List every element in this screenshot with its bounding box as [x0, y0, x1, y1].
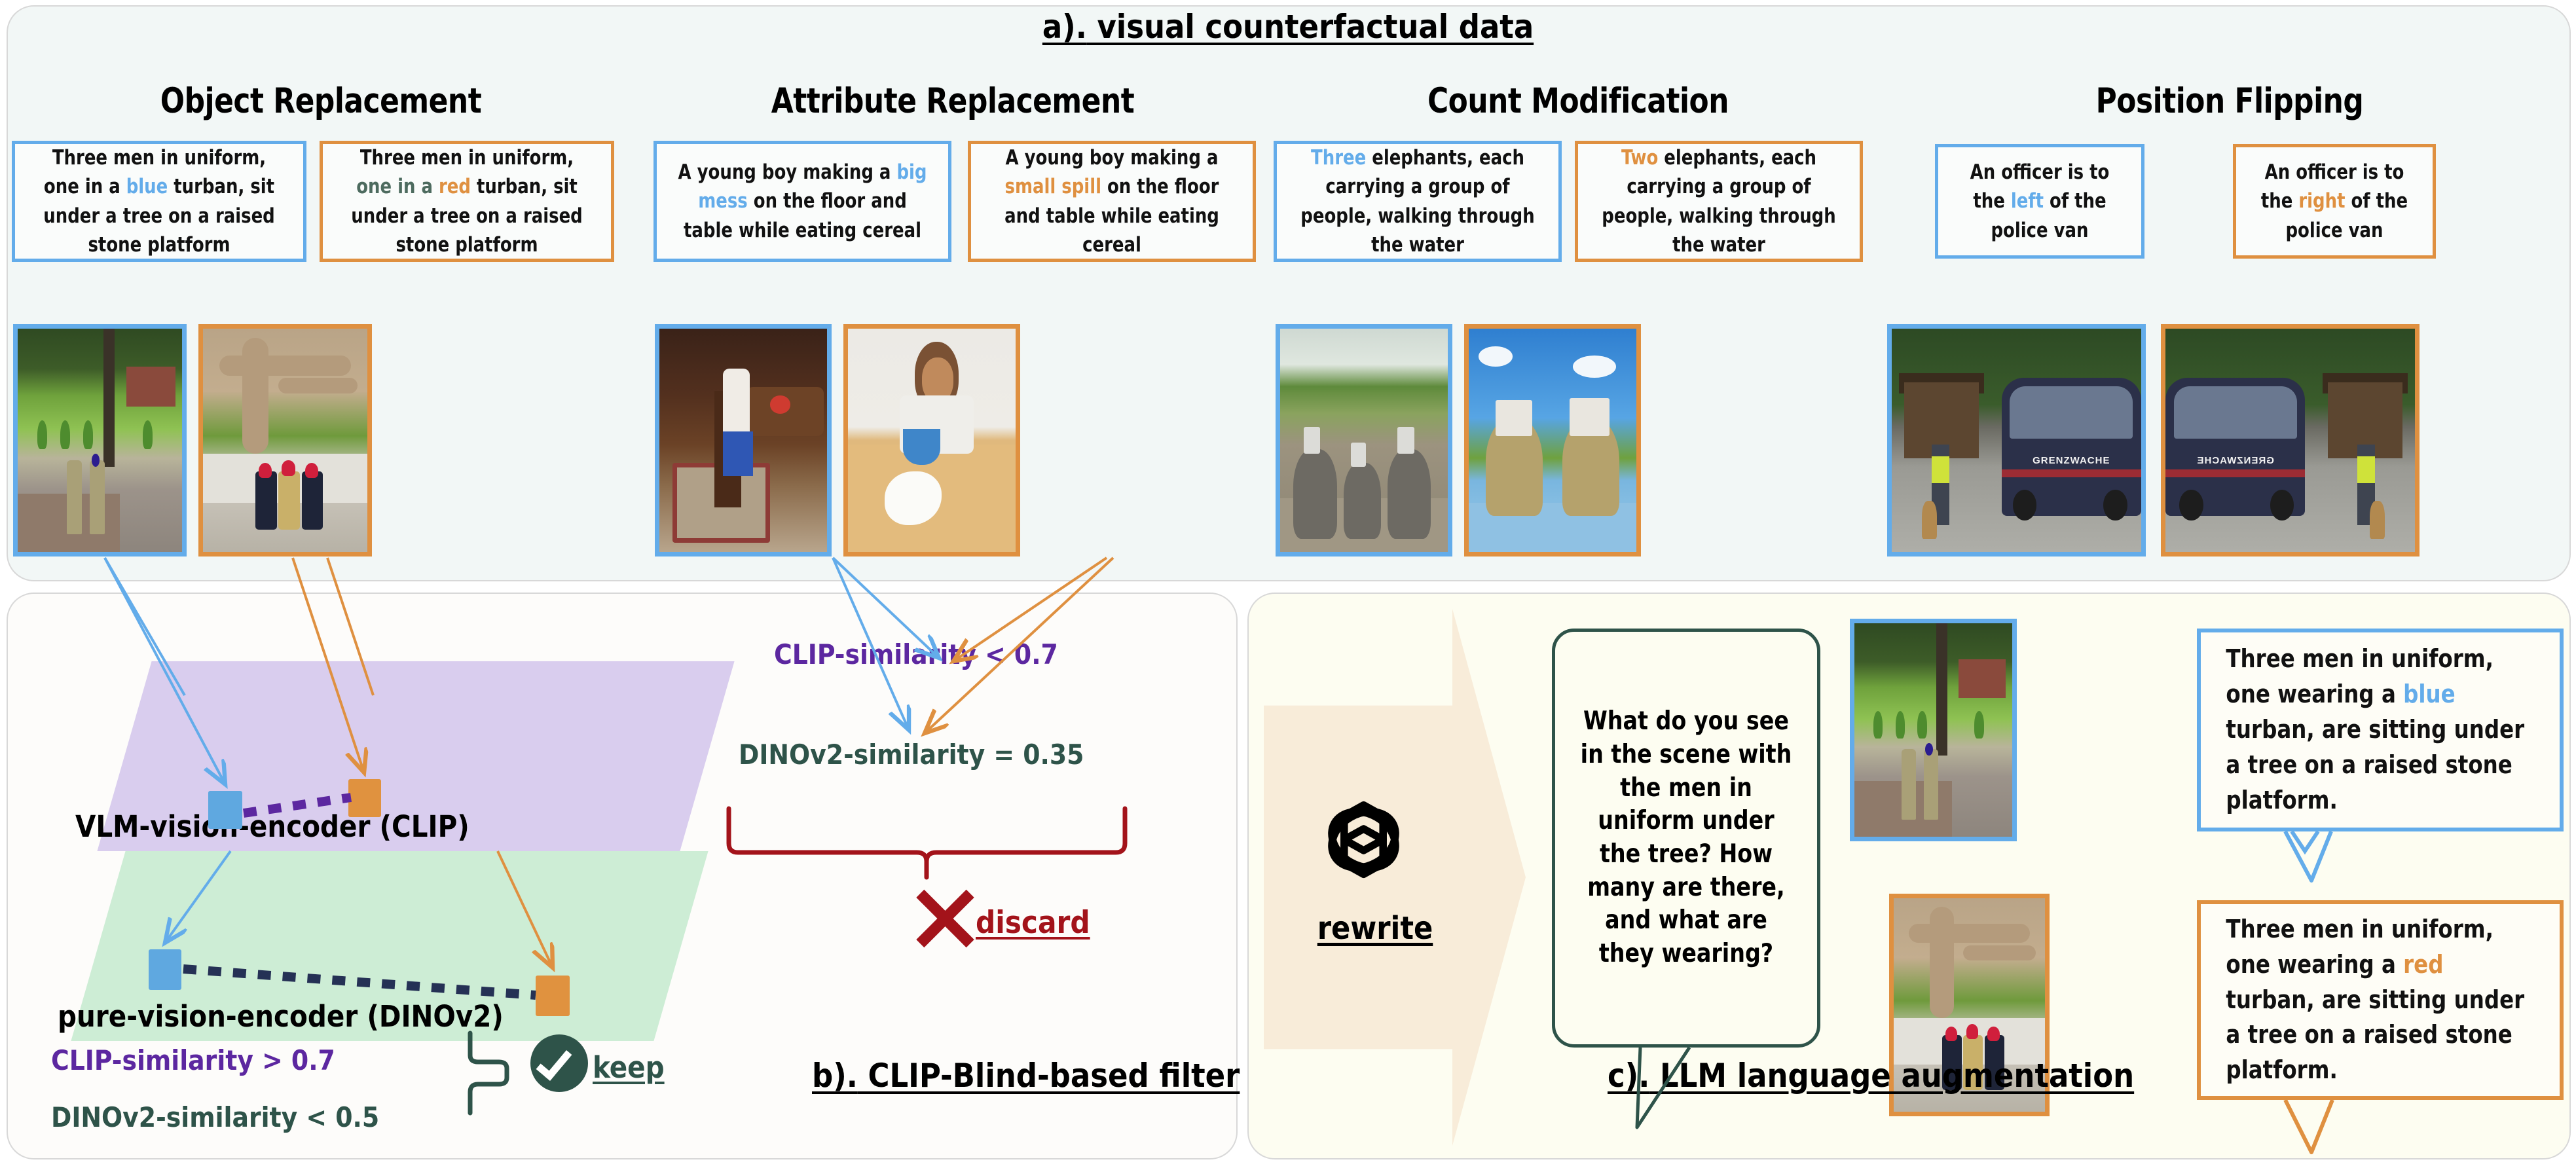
llm-prompt-text: What do you see in the scene with the me… — [1580, 706, 1792, 969]
clip-node-counterfactual — [348, 779, 381, 817]
thumbnail-attribute-original — [655, 324, 832, 557]
llm-prompt-bubble: What do you see in the scene with the me… — [1552, 629, 1820, 1048]
discard-x-icon — [913, 887, 976, 950]
caption-highlight: red — [439, 175, 471, 199]
scene-two-elephants — [1469, 329, 1636, 552]
scene-park-blue-turban-2 — [1854, 623, 2012, 837]
keep-check-icon — [530, 1034, 588, 1092]
section-b-title: b). CLIP-Blind-based filter — [812, 1057, 1240, 1095]
caption-mid: one in a — [356, 175, 439, 199]
result-highlight: blue — [2403, 680, 2456, 709]
augment-result-text-orange: Three men in uniform, one wearing a red … — [2226, 912, 2534, 1089]
thumbnail-count-original — [1276, 324, 1452, 557]
dinov2-plane-label: pure-vision-encoder (DINOv2) — [58, 999, 504, 1034]
caption-highlight: left — [2010, 189, 2044, 213]
augment-result-box-blue: Three men in uniform, one wearing a blue… — [2197, 629, 2564, 831]
section-c-lead: c). — [1608, 1057, 1650, 1095]
discard-criterion-clip: CLIP-similarity < 0.7 — [774, 638, 1058, 670]
van-label-flipped: GRENZWACHE — [2196, 455, 2274, 467]
augment-thumbnail-blue — [1850, 619, 2017, 841]
column-title-object-replacement: Object Replacement — [160, 81, 482, 121]
caption-box-object-counterfactual: Three men in uniform, one in a red turba… — [320, 141, 614, 262]
caption-text-object-counterfactual: Three men in uniform, one in a red turba… — [340, 143, 594, 259]
scene-boy-small-spill — [848, 329, 1016, 552]
caption-text-attribute-counterfactual: A young boy making a small spill on the … — [988, 143, 1236, 259]
scene-boy-big-mess — [659, 329, 827, 552]
caption-text-count-counterfactual: Two elephants, each carrying a group of … — [1595, 143, 1843, 259]
caption-text-attribute-original: A young boy making a big mess on the flo… — [674, 158, 931, 244]
clip-node-original — [208, 791, 242, 829]
section-a-title: a). visual counterfactual data — [0, 8, 2576, 46]
caption-highlight: Three — [1311, 146, 1367, 170]
augment-result-text-blue: Three men in uniform, one wearing a blue… — [2226, 642, 2534, 818]
thumbnail-object-original — [13, 324, 187, 557]
caption-box-object-original: Three men in uniform, one in a blue turb… — [12, 141, 306, 262]
scene-officer-left-of-van: GRENZWACHE — [1892, 329, 2141, 552]
result-post: turban, are sitting under a tree on a ra… — [2226, 985, 2525, 1085]
section-c-label: LLM language augmentation — [1649, 1057, 2135, 1095]
section-a-label: visual counterfactual data — [1086, 8, 1534, 46]
discard-verdict-label: discard — [976, 905, 1090, 941]
caption-pre: A young boy making a — [678, 160, 897, 185]
thumbnail-position-counterfactual: GRENZWACHE — [2161, 324, 2420, 557]
discard-criterion-dinov2: DINOv2-similarity = 0.35 — [739, 739, 1084, 771]
van-label: GRENZWACHE — [2033, 455, 2110, 467]
dinov2-node-original — [149, 949, 181, 990]
caption-highlight: blue — [126, 175, 168, 199]
scene-park-blue-turban — [18, 329, 182, 552]
rewrite-label: rewrite — [1317, 910, 1433, 947]
keep-criterion-clip: CLIP-similarity > 0.7 — [51, 1044, 335, 1076]
caption-box-count-counterfactual: Two elephants, each carrying a group of … — [1575, 141, 1863, 262]
scene-tree-red-turbans — [203, 329, 367, 552]
scene-officer-right-of-van: GRENZWACHE — [2165, 329, 2415, 552]
column-title-count-modification: Count Modification — [1427, 81, 1729, 121]
thumbnail-position-original: GRENZWACHE — [1887, 324, 2146, 557]
caption-box-position-counterfactual: An officer is to the right of the police… — [2233, 144, 2436, 259]
section-a-lead: a). — [1042, 8, 1087, 46]
section-b-lead: b). — [812, 1057, 858, 1095]
caption-text-position-original: An officer is to the left of the police … — [1953, 158, 2127, 244]
result-post: turban, are sitting under a tree on a ra… — [2226, 715, 2525, 814]
caption-text-position-counterfactual: An officer is to the right of the police… — [2251, 158, 2419, 244]
thumbnail-count-counterfactual — [1464, 324, 1641, 557]
keep-verdict-label: keep — [593, 1050, 665, 1085]
section-b-label: CLIP-Blind-based filter — [857, 1057, 1240, 1095]
column-title-attribute-replacement: Attribute Replacement — [771, 81, 1135, 121]
caption-highlight: small spill — [1004, 175, 1101, 199]
augment-result-box-orange: Three men in uniform, one wearing a red … — [2197, 900, 2564, 1100]
clip-plane-label: VLM-vision-encoder (CLIP) — [75, 809, 469, 844]
thumbnail-attribute-counterfactual — [843, 324, 1020, 557]
dinov2-node-counterfactual — [536, 976, 570, 1016]
section-c-title: c). LLM language augmentation — [1608, 1057, 2134, 1095]
thumbnail-object-counterfactual — [198, 324, 372, 557]
caption-box-count-original: Three elephants, each carrying a group o… — [1274, 141, 1562, 262]
caption-box-attribute-original: A young boy making a big mess on the flo… — [653, 141, 951, 262]
caption-highlight: right — [2298, 189, 2346, 213]
caption-box-position-original: An officer is to the left of the police … — [1935, 144, 2144, 259]
column-title-position-flipping: Position Flipping — [2095, 81, 2364, 121]
caption-text-object-original: Three men in uniform, one in a blue turb… — [33, 143, 286, 259]
caption-text-count-original: Three elephants, each carrying a group o… — [1294, 143, 1541, 259]
scene-three-elephants — [1280, 329, 1448, 552]
result-highlight: red — [2403, 949, 2444, 979]
result-pre: Three men in uniform, one wearing a — [2226, 914, 2493, 979]
openai-logo-icon — [1310, 786, 1418, 894]
caption-pre: A young boy making a — [1005, 146, 1219, 170]
caption-highlight: Two — [1621, 146, 1659, 170]
keep-criterion-dinov2: DINOv2-similarity < 0.5 — [51, 1101, 380, 1133]
caption-box-attribute-counterfactual: A young boy making a small spill on the … — [968, 141, 1256, 262]
caption-pre: Three men in uniform, — [359, 146, 574, 170]
